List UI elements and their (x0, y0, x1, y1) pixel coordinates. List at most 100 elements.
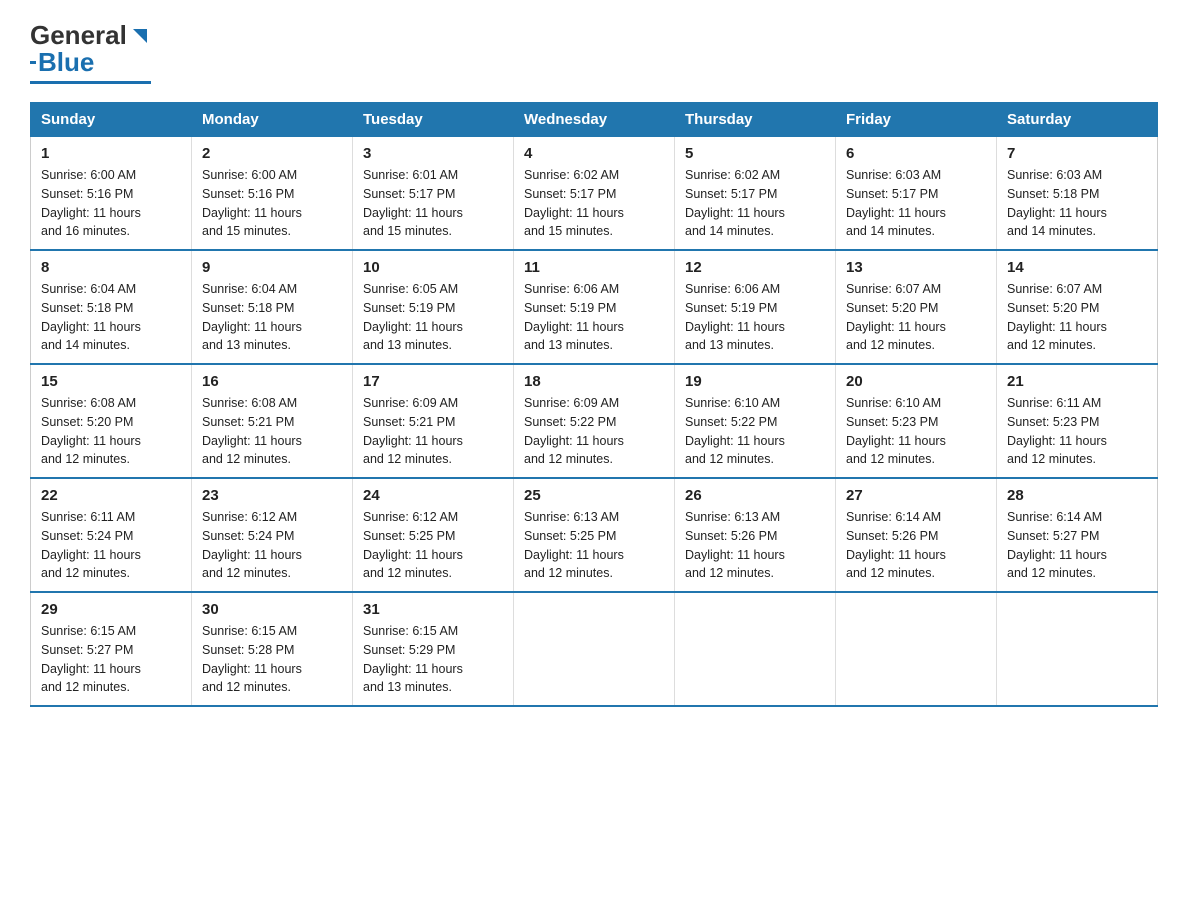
calendar-table: SundayMondayTuesdayWednesdayThursdayFrid… (30, 102, 1158, 707)
day-info: Sunrise: 6:08 AMSunset: 5:21 PMDaylight:… (202, 394, 342, 469)
day-cell-7: 7Sunrise: 6:03 AMSunset: 5:18 PMDaylight… (997, 137, 1158, 251)
week-row-1: 1 Sunrise: 6:00 AMSunset: 5:16 PMDaylight… (31, 137, 1158, 251)
day-number: 3 (363, 145, 503, 162)
empty-cell (514, 592, 675, 706)
day-number: 23 (202, 487, 342, 504)
day-info: Sunrise: 6:09 AMSunset: 5:22 PMDaylight:… (524, 394, 664, 469)
day-number: 13 (846, 259, 986, 276)
day-info: Sunrise: 6:07 AMSunset: 5:20 PMDaylight:… (846, 280, 986, 355)
day-info: Sunrise: 6:05 AMSunset: 5:19 PMDaylight:… (363, 280, 503, 355)
empty-cell (836, 592, 997, 706)
day-cell-20: 20 Sunrise: 6:10 AMSunset: 5:23 PMDayligh… (836, 364, 997, 478)
day-cell-6: 6 Sunrise: 6:03 AMSunset: 5:17 PMDaylight… (836, 137, 997, 251)
day-info: Sunrise: 6:01 AMSunset: 5:17 PMDaylight:… (363, 166, 503, 241)
day-cell-12: 12Sunrise: 6:06 AMSunset: 5:19 PMDayligh… (675, 250, 836, 364)
day-number: 4 (524, 145, 664, 162)
logo-triangle-icon (129, 25, 151, 47)
day-info: Sunrise: 6:06 AMSunset: 5:19 PMDaylight:… (524, 280, 664, 355)
day-info: Sunrise: 6:07 AMSunset: 5:20 PMDaylight:… (1007, 280, 1147, 355)
day-number: 6 (846, 145, 986, 162)
day-cell-30: 30Sunrise: 6:15 AMSunset: 5:28 PMDayligh… (192, 592, 353, 706)
col-header-thursday: Thursday (675, 103, 836, 137)
week-row-2: 8 Sunrise: 6:04 AMSunset: 5:18 PMDaylight… (31, 250, 1158, 364)
day-cell-24: 24 Sunrise: 6:12 AMSunset: 5:25 PMDayligh… (353, 478, 514, 592)
day-info: Sunrise: 6:09 AMSunset: 5:21 PMDaylight:… (363, 394, 503, 469)
day-cell-4: 4Sunrise: 6:02 AMSunset: 5:17 PMDaylight… (514, 137, 675, 251)
day-info: Sunrise: 6:14 AMSunset: 5:26 PMDaylight:… (846, 508, 986, 583)
day-info: Sunrise: 6:03 AMSunset: 5:17 PMDaylight:… (846, 166, 986, 241)
day-info: Sunrise: 6:15 AMSunset: 5:29 PMDaylight:… (363, 622, 503, 697)
day-cell-9: 9Sunrise: 6:04 AMSunset: 5:18 PMDaylight… (192, 250, 353, 364)
calendar-header-row: SundayMondayTuesdayWednesdayThursdayFrid… (31, 103, 1158, 137)
day-number: 9 (202, 259, 342, 276)
day-cell-22: 22 Sunrise: 6:11 AMSunset: 5:24 PMDayligh… (31, 478, 192, 592)
day-info: Sunrise: 6:10 AMSunset: 5:23 PMDaylight:… (846, 394, 986, 469)
day-number: 12 (685, 259, 825, 276)
day-number: 24 (363, 487, 503, 504)
day-info: Sunrise: 6:14 AMSunset: 5:27 PMDaylight:… (1007, 508, 1147, 583)
day-cell-14: 14Sunrise: 6:07 AMSunset: 5:20 PMDayligh… (997, 250, 1158, 364)
logo: General Blue (30, 20, 151, 84)
day-info: Sunrise: 6:11 AMSunset: 5:23 PMDaylight:… (1007, 394, 1147, 469)
week-row-5: 29 Sunrise: 6:15 AMSunset: 5:27 PMDayligh… (31, 592, 1158, 706)
day-number: 1 (41, 145, 181, 162)
day-cell-5: 5 Sunrise: 6:02 AMSunset: 5:17 PMDaylight… (675, 137, 836, 251)
day-number: 26 (685, 487, 825, 504)
day-cell-25: 25 Sunrise: 6:13 AMSunset: 5:25 PMDayligh… (514, 478, 675, 592)
day-cell-3: 3 Sunrise: 6:01 AMSunset: 5:17 PMDaylight… (353, 137, 514, 251)
day-number: 31 (363, 601, 503, 618)
day-number: 20 (846, 373, 986, 390)
day-number: 22 (41, 487, 181, 504)
day-cell-31: 31 Sunrise: 6:15 AMSunset: 5:29 PMDayligh… (353, 592, 514, 706)
day-info: Sunrise: 6:13 AMSunset: 5:26 PMDaylight:… (685, 508, 825, 583)
day-info: Sunrise: 6:12 AMSunset: 5:24 PMDaylight:… (202, 508, 342, 583)
day-number: 8 (41, 259, 181, 276)
day-number: 21 (1007, 373, 1147, 390)
day-cell-27: 27 Sunrise: 6:14 AMSunset: 5:26 PMDayligh… (836, 478, 997, 592)
day-info: Sunrise: 6:00 AMSunset: 5:16 PMDaylight:… (41, 166, 181, 241)
day-cell-19: 19 Sunrise: 6:10 AMSunset: 5:22 PMDayligh… (675, 364, 836, 478)
day-cell-17: 17 Sunrise: 6:09 AMSunset: 5:21 PMDayligh… (353, 364, 514, 478)
day-info: Sunrise: 6:15 AMSunset: 5:28 PMDaylight:… (202, 622, 342, 697)
page-header: General Blue (30, 20, 1158, 84)
col-header-saturday: Saturday (997, 103, 1158, 137)
day-number: 15 (41, 373, 181, 390)
day-info: Sunrise: 6:15 AMSunset: 5:27 PMDaylight:… (41, 622, 181, 697)
day-number: 5 (685, 145, 825, 162)
day-cell-11: 11 Sunrise: 6:06 AMSunset: 5:19 PMDayligh… (514, 250, 675, 364)
day-cell-23: 23 Sunrise: 6:12 AMSunset: 5:24 PMDayligh… (192, 478, 353, 592)
day-cell-21: 21 Sunrise: 6:11 AMSunset: 5:23 PMDayligh… (997, 364, 1158, 478)
day-number: 18 (524, 373, 664, 390)
col-header-tuesday: Tuesday (353, 103, 514, 137)
day-cell-28: 28 Sunrise: 6:14 AMSunset: 5:27 PMDayligh… (997, 478, 1158, 592)
day-cell-13: 13 Sunrise: 6:07 AMSunset: 5:20 PMDayligh… (836, 250, 997, 364)
day-number: 29 (41, 601, 181, 618)
day-cell-16: 16 Sunrise: 6:08 AMSunset: 5:21 PMDayligh… (192, 364, 353, 478)
day-info: Sunrise: 6:04 AMSunset: 5:18 PMDaylight:… (41, 280, 181, 355)
col-header-monday: Monday (192, 103, 353, 137)
day-cell-26: 26 Sunrise: 6:13 AMSunset: 5:26 PMDayligh… (675, 478, 836, 592)
day-number: 28 (1007, 487, 1147, 504)
day-info: Sunrise: 6:08 AMSunset: 5:20 PMDaylight:… (41, 394, 181, 469)
col-header-wednesday: Wednesday (514, 103, 675, 137)
day-number: 11 (524, 259, 664, 276)
day-info: Sunrise: 6:03 AMSunset: 5:18 PMDaylight:… (1007, 166, 1147, 241)
day-info: Sunrise: 6:02 AMSunset: 5:17 PMDaylight:… (685, 166, 825, 241)
day-cell-15: 15 Sunrise: 6:08 AMSunset: 5:20 PMDayligh… (31, 364, 192, 478)
day-info: Sunrise: 6:12 AMSunset: 5:25 PMDaylight:… (363, 508, 503, 583)
day-info: Sunrise: 6:11 AMSunset: 5:24 PMDaylight:… (41, 508, 181, 583)
day-number: 25 (524, 487, 664, 504)
day-number: 16 (202, 373, 342, 390)
day-number: 17 (363, 373, 503, 390)
day-number: 2 (202, 145, 342, 162)
day-number: 19 (685, 373, 825, 390)
day-number: 27 (846, 487, 986, 504)
day-cell-2: 2 Sunrise: 6:00 AMSunset: 5:16 PMDaylight… (192, 137, 353, 251)
day-info: Sunrise: 6:13 AMSunset: 5:25 PMDaylight:… (524, 508, 664, 583)
day-cell-8: 8 Sunrise: 6:04 AMSunset: 5:18 PMDaylight… (31, 250, 192, 364)
day-cell-29: 29 Sunrise: 6:15 AMSunset: 5:27 PMDayligh… (31, 592, 192, 706)
day-info: Sunrise: 6:10 AMSunset: 5:22 PMDaylight:… (685, 394, 825, 469)
col-header-friday: Friday (836, 103, 997, 137)
day-number: 10 (363, 259, 503, 276)
day-info: Sunrise: 6:00 AMSunset: 5:16 PMDaylight:… (202, 166, 342, 241)
